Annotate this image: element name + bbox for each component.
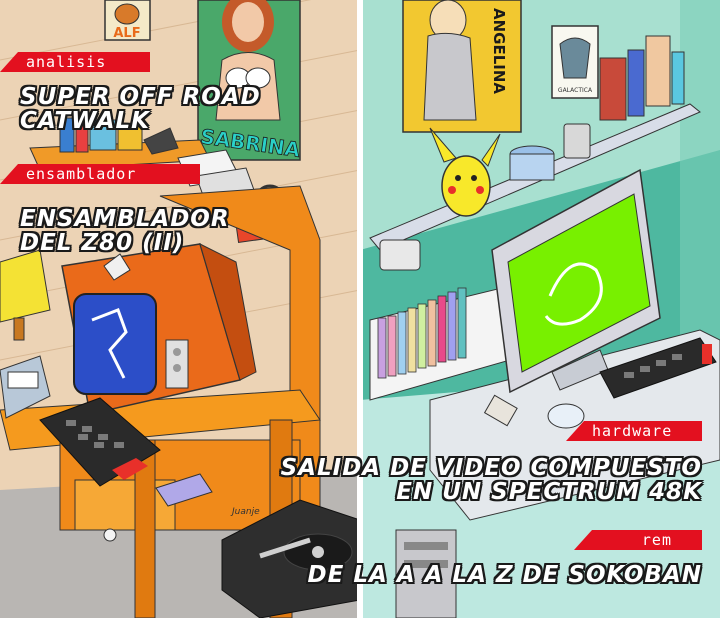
- headline-super-off-road[interactable]: SUPER OFF ROAD CATWALK: [20, 85, 261, 133]
- tag-analisis: analisis: [0, 52, 150, 72]
- right-room-illustration: ANGELINA GALACTICA: [360, 0, 720, 618]
- angelina-poster: ANGELINA: [402, 0, 522, 133]
- headline-sokoban[interactable]: DE LA A A LA Z DE SOKOBAN: [308, 563, 702, 587]
- tag-ensamblador-label: ensamblador: [26, 165, 137, 183]
- galactica-poster: GALACTICA: [551, 25, 599, 99]
- alf-poster: ALF: [104, 0, 151, 41]
- galactica-poster-text: GALACTICA: [558, 87, 593, 94]
- tag-analisis-label: analisis: [26, 53, 107, 71]
- headline-line: DEL Z80 (II): [20, 230, 185, 256]
- tag-ensamblador: ensamblador: [0, 164, 200, 184]
- alf-poster-text: ALF: [113, 26, 140, 41]
- tag-rem: rem: [574, 530, 702, 550]
- center-divider: [357, 0, 363, 618]
- headline-salida-video[interactable]: SALIDA DE VIDEO COMPUESTO EN UN SPECTRUM…: [281, 456, 702, 504]
- headline-ensamblador-z80[interactable]: ENSAMBLADOR DEL Z80 (II): [20, 207, 230, 255]
- artist-signature: Juanje: [230, 507, 260, 517]
- sabrina-poster: SABRINA: [197, 0, 302, 162]
- tag-hardware-label: hardware: [592, 422, 673, 440]
- headline-line: SALIDA DE VIDEO COMPUESTO: [280, 455, 702, 481]
- tag-rem-label: rem: [641, 531, 672, 549]
- headline-line: EN UN SPECTRUM 48K: [396, 479, 702, 505]
- headline-line: CATWALK: [20, 108, 150, 134]
- headline-line: DE LA A A LA Z DE SOKOBAN: [307, 562, 702, 588]
- headline-line: SUPER OFF ROAD: [20, 84, 261, 110]
- tag-hardware: hardware: [566, 421, 702, 441]
- angelina-poster-text: ANGELINA: [490, 8, 508, 94]
- headline-line: ENSAMBLADOR: [20, 206, 230, 232]
